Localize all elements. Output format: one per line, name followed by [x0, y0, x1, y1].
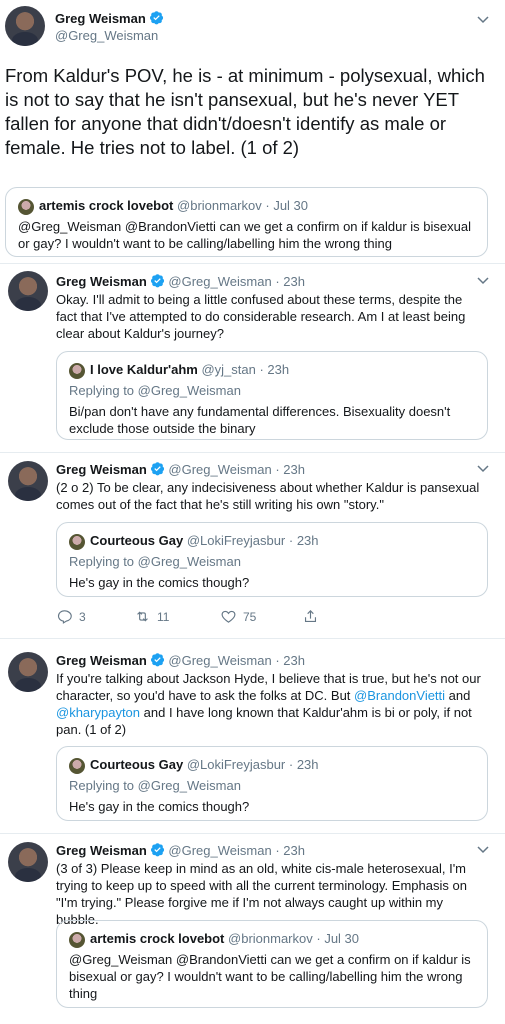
quoted-author-handle: @LokiFreyjasbur [186, 757, 286, 772]
avatar [18, 198, 34, 215]
reply-icon [57, 610, 72, 624]
avatar [69, 757, 85, 774]
tweet-header: Greg Weisman @Greg_Weisman · 23h [56, 273, 305, 290]
replying-to-label: Replying to @Greg_Weisman [69, 553, 241, 569]
quoted-tweet-time: · 23h [288, 533, 319, 548]
author-name[interactable]: Greg Weisman [56, 843, 147, 858]
verified-badge-icon [150, 653, 164, 667]
retweet-count: 11 [157, 609, 170, 624]
tweet-header: Greg Weisman @Greg_Weisman · 23h [56, 461, 305, 478]
quoted-author-name: I love Kaldur'ahm [90, 362, 198, 377]
quoted-tweet-text: @Greg_Weisman @BrandonVietti can we get … [69, 951, 471, 1001]
tweet-time[interactable]: · 23h [275, 843, 305, 858]
tweet-time[interactable]: · 23h [275, 274, 305, 289]
quoted-tweet-date: · Jul 30 [316, 931, 360, 946]
author-handle[interactable]: @Greg_Weisman [168, 274, 271, 289]
tweet-header: Greg Weisman @Greg_Weisman · 23h [56, 652, 305, 669]
tweet-text: Okay. I'll admit to being a little confu… [56, 292, 466, 341]
replying-to-label: Replying to @Greg_Weisman [69, 382, 241, 398]
tweet-time[interactable]: · 23h [275, 462, 305, 477]
avatar[interactable] [5, 6, 45, 46]
avatar[interactable] [8, 652, 48, 692]
retweet-button[interactable]: 11 [134, 608, 169, 625]
quoted-tweet-header: artemis crock lovebot @brionmarkov · Jul… [69, 930, 475, 948]
quoted-tweet-header: artemis crock lovebot @brionmarkov · Jul… [18, 197, 475, 215]
tweet-text: From Kaldur's POV, he is - at minimum - … [5, 65, 485, 158]
replying-to-label: Replying to @Greg_Weisman [69, 777, 241, 793]
quoted-tweet-time: · 23h [259, 362, 290, 377]
tweet-time[interactable]: · 23h [275, 653, 305, 668]
author-handle[interactable]: @Greg_Weisman [55, 28, 158, 43]
like-button[interactable]: 75 [220, 608, 256, 625]
divider [0, 263, 505, 264]
quoted-tweet-text: He's gay in the comics though? [69, 574, 250, 590]
quoted-tweet-header: Courteous Gay @LokiFreyjasbur · 23h [69, 756, 475, 774]
tweet-text: (2 o 2) To be clear, any indecisiveness … [56, 480, 480, 512]
quoted-tweet-header: Courteous Gay @LokiFreyjasbur · 23h [69, 532, 475, 550]
author-name[interactable]: Greg Weisman [55, 11, 146, 26]
share-icon [304, 610, 317, 623]
divider [0, 638, 505, 639]
tweet-author[interactable]: Greg Weisman @Greg_Weisman [55, 10, 164, 44]
quoted-author-handle: @brionmarkov [177, 198, 262, 213]
tweet-text: (3 of 3) Please keep in mind as an old, … [56, 861, 467, 927]
author-name[interactable]: Greg Weisman [56, 653, 147, 668]
quoted-tweet[interactable]: artemis crock lovebot @brionmarkov · Jul… [5, 187, 488, 257]
tweet-text: If you're talking about Jackson Hyde, I … [56, 670, 486, 738]
quoted-tweet[interactable]: artemis crock lovebot @brionmarkov · Jul… [56, 920, 488, 1008]
avatar [69, 533, 85, 550]
verified-badge-icon [149, 11, 163, 25]
chevron-down-icon[interactable] [477, 16, 489, 24]
quoted-tweet[interactable]: Courteous Gay @LokiFreyjasbur · 23h Repl… [56, 522, 488, 597]
like-count: 75 [243, 609, 257, 624]
author-handle[interactable]: @Greg_Weisman [168, 462, 271, 477]
share-button[interactable] [302, 608, 319, 625]
verified-badge-icon [150, 843, 164, 857]
chevron-down-icon[interactable] [477, 277, 489, 285]
reply-count: 3 [79, 609, 86, 624]
avatar [69, 362, 85, 379]
reply-button[interactable]: 3 [56, 608, 86, 625]
quoted-tweet-date: · Jul 30 [265, 198, 309, 213]
quoted-author-handle: @yj_stan [201, 362, 256, 377]
heart-icon [221, 610, 236, 623]
author-name[interactable]: Greg Weisman [56, 462, 147, 477]
quoted-tweet-text: He's gay in the comics though? [69, 798, 250, 814]
mention-link[interactable]: @kharypayton [56, 705, 140, 720]
quoted-author-name: Courteous Gay [90, 757, 184, 772]
quoted-author-name: Courteous Gay [90, 533, 184, 548]
avatar[interactable] [8, 461, 48, 501]
quoted-author-name: artemis crock lovebot [39, 198, 174, 213]
chevron-down-icon[interactable] [477, 465, 489, 473]
avatar [69, 931, 85, 948]
author-handle[interactable]: @Greg_Weisman [168, 653, 271, 668]
quoted-tweet-text: @Greg_Weisman @BrandonVietti can we get … [18, 218, 471, 251]
author-name[interactable]: Greg Weisman [56, 274, 147, 289]
quoted-author-handle: @LokiFreyjasbur [186, 533, 286, 548]
verified-badge-icon [150, 462, 164, 476]
verified-badge-icon [150, 274, 164, 288]
quoted-tweet[interactable]: I love Kaldur'ahm @yj_stan · 23h Replyin… [56, 351, 488, 440]
quoted-author-handle: @brionmarkov [228, 931, 313, 946]
divider [0, 452, 505, 453]
author-handle[interactable]: @Greg_Weisman [168, 843, 271, 858]
retweet-icon [137, 611, 148, 622]
tweet-header: Greg Weisman @Greg_Weisman · 23h [56, 842, 305, 859]
quoted-author-name: artemis crock lovebot [90, 931, 225, 946]
tweet-actions: 3 11 75 [56, 608, 336, 628]
quoted-tweet-text: Bi/pan don't have any fundamental differ… [69, 403, 451, 436]
quoted-tweet[interactable]: Courteous Gay @LokiFreyjasbur · 23h Repl… [56, 746, 488, 821]
chevron-down-icon[interactable] [477, 846, 489, 854]
avatar[interactable] [8, 271, 48, 311]
mention-link[interactable]: @BrandonVietti [354, 688, 445, 703]
quoted-tweet-time: · 23h [288, 757, 319, 772]
tweet-text-part: and [445, 688, 471, 703]
divider [0, 833, 505, 834]
quoted-tweet-header: I love Kaldur'ahm @yj_stan · 23h [69, 361, 475, 379]
avatar[interactable] [8, 842, 48, 882]
